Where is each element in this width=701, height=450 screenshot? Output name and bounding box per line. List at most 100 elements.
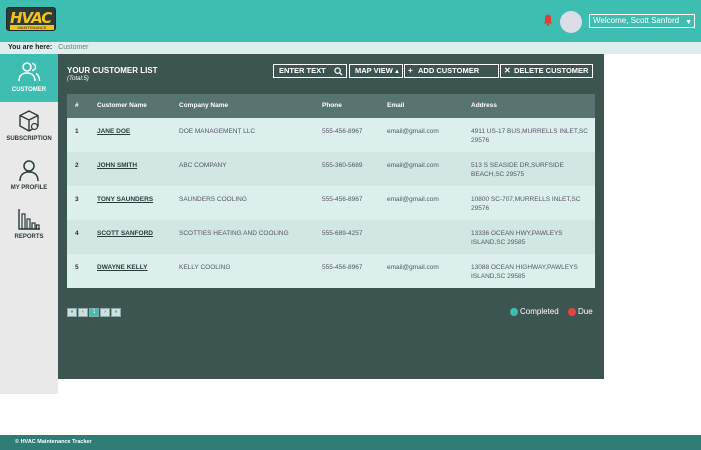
column-header[interactable]: Address [471, 102, 497, 109]
phone: 555-456-8967 [322, 196, 363, 203]
address: 13336 OCEAN HWY,PAWLEYS ISLAND,SC 29585 [471, 229, 593, 247]
customer-name-link[interactable]: JOHN SMITH [97, 161, 137, 170]
phone: 555-456-8967 [322, 264, 363, 271]
address: 4911 US-17 BUS,MURRELLS INLET,SC 29576 [471, 127, 593, 145]
box-icon [19, 110, 39, 132]
row-number: 5 [75, 264, 79, 271]
address-line: 513 S SEASIDE DR,SURFSIDE [471, 162, 564, 169]
table-row[interactable]: 3 TONY SAUNDERS SAUNDERS COOLING 555-456… [67, 186, 595, 220]
customer-name-link[interactable]: JANE DOE [97, 127, 130, 136]
customer-table: # Customer Name Company Name Phone Email… [67, 94, 595, 288]
users-icon [18, 62, 41, 82]
close-icon: ✕ [504, 66, 511, 75]
search-icon [334, 67, 343, 76]
sidebar-item-label: SUBSCRIPTION [6, 136, 52, 142]
plus-icon: + [408, 66, 413, 75]
search-placeholder: ENTER TEXT [279, 66, 326, 75]
sidebar: CUSTOMER SUBSCRIPTION MY PROFILE REPORTS [0, 54, 58, 394]
customer-name-link[interactable]: SCOTT SANFORD [97, 229, 153, 238]
next-page-button[interactable]: › [100, 308, 110, 317]
phone: 555-456-8967 [322, 128, 363, 135]
sidebar-item-customer[interactable]: CUSTOMER [0, 54, 58, 102]
sidebar-item-my-profile[interactable]: MY PROFILE [0, 152, 58, 200]
row-number: 1 [75, 128, 79, 135]
address-line: 29576 [471, 205, 490, 212]
sidebar-item-reports[interactable]: REPORTS [0, 201, 58, 249]
copyright-text: © HVAC Maintenance Tracker [15, 439, 92, 445]
customer-name-link[interactable]: TONY SAUNDERS [97, 195, 153, 204]
customer-count: (Total:5) [67, 76, 89, 82]
address: 10800 SC-707,MURRELLS INLET,SC 29576 [471, 195, 593, 213]
map-view-label: MAP VIEW [355, 66, 393, 75]
prev-page-button[interactable]: ‹ [78, 308, 88, 317]
company-name: KELLY COOLING [179, 264, 231, 271]
app-logo[interactable]: HVAC MAINTENANCE TRACKER [6, 7, 56, 31]
table-row[interactable]: 1 JANE DOE DOE MANAGEMENT LLC 555-456-89… [67, 118, 595, 152]
user-icon [19, 160, 39, 182]
company-name: DOE MANAGEMENT LLC [179, 128, 256, 135]
row-number: 4 [75, 230, 79, 237]
map-view-button[interactable]: MAP VIEW ▲ [349, 64, 403, 78]
address-line: 4911 US-17 BUS,MURRELLS INLET,SC [471, 128, 588, 135]
bar-chart-icon [18, 209, 40, 230]
sidebar-item-label: MY PROFILE [10, 185, 48, 191]
phone: 555-360-5689 [322, 162, 363, 169]
breadcrumb-prefix: You are here: [8, 44, 53, 51]
column-header[interactable]: Phone [322, 102, 342, 109]
company-name: SCOTTIES HEATING AND COOLING [179, 230, 289, 237]
customer-name-link[interactable]: DWAYNE KELLY [97, 263, 147, 272]
delete-customer-label: DELETE CUSTOMER [514, 66, 589, 75]
top-header: HVAC MAINTENANCE TRACKER Welcome, Scott … [0, 0, 701, 42]
completed-legend-dot [510, 308, 518, 316]
company-name: SAUNDERS COOLING [179, 196, 247, 203]
address: 13088 OCEAN HIGHWAY,PAWLEYS ISLAND,SC 295… [471, 263, 593, 281]
first-page-button[interactable]: « [67, 308, 77, 317]
table-row[interactable]: 2 JOHN SMITH ABC COMPANY 555-360-5689 em… [67, 152, 595, 186]
table-row[interactable]: 4 SCOTT SANFORD SCOTTIES HEATING AND COO… [67, 220, 595, 254]
column-header[interactable]: Email [387, 102, 404, 109]
table-header: # Customer Name Company Name Phone Email… [67, 94, 595, 118]
email: email@gmail.com [387, 264, 439, 271]
search-input[interactable]: ENTER TEXT [273, 64, 347, 78]
add-customer-button[interactable]: + ADD CUSTOMER [404, 64, 499, 78]
address-line: 13088 OCEAN HIGHWAY,PAWLEYS [471, 264, 578, 271]
column-header[interactable]: Company Name [179, 102, 228, 109]
address-line: 10800 SC-707,MURRELLS INLET,SC [471, 196, 581, 203]
email: email@gmail.com [387, 128, 439, 135]
address-line: BEACH,SC 29575 [471, 171, 525, 178]
sidebar-item-subscription[interactable]: SUBSCRIPTION [0, 103, 58, 151]
welcome-text: Welcome, Scott Sanford [593, 16, 680, 25]
caret-up-icon: ▲ [394, 69, 400, 75]
email: email@gmail.com [387, 196, 439, 203]
chevron-down-icon: ▼ [685, 19, 692, 26]
due-legend-label: Due [578, 307, 593, 316]
sidebar-item-label: REPORTS [14, 234, 44, 240]
address-line: 13336 OCEAN HWY,PAWLEYS [471, 230, 563, 237]
column-header[interactable]: Customer Name [97, 102, 147, 109]
delete-customer-button[interactable]: ✕ DELETE CUSTOMER [500, 64, 593, 78]
sidebar-item-label: CUSTOMER [11, 87, 47, 93]
customer-panel: YOUR CUSTOMER LIST (Total:5) ENTER TEXT … [58, 54, 604, 379]
page-title: YOUR CUSTOMER LIST [67, 66, 158, 75]
column-header: # [75, 102, 79, 109]
logo-subtext: MAINTENANCE TRACKER [10, 25, 54, 30]
breadcrumb: You are here: Customer [0, 42, 701, 54]
table-row[interactable]: 5 DWAYNE KELLY KELLY COOLING 555-456-896… [67, 254, 595, 288]
phone: 555-689-4257 [322, 230, 363, 237]
email: email@gmail.com [387, 162, 439, 169]
company-name: ABC COMPANY [179, 162, 227, 169]
footer: © HVAC Maintenance Tracker [0, 435, 701, 450]
address-line: 29576 [471, 137, 490, 144]
avatar[interactable] [560, 11, 582, 33]
add-customer-label: ADD CUSTOMER [418, 66, 480, 75]
row-number: 2 [75, 162, 79, 169]
last-page-button[interactable]: » [111, 308, 121, 317]
address-line: ISLAND,SC 29585 [471, 273, 526, 280]
address: 513 S SEASIDE DR,SURFSIDE BEACH,SC 29575 [471, 161, 593, 179]
due-legend-dot [568, 308, 576, 316]
user-menu-dropdown[interactable]: Welcome, Scott Sanford ▼ [589, 14, 695, 28]
address-line: ISLAND,SC 29585 [471, 239, 526, 246]
page-number-button[interactable]: 1 [89, 308, 99, 317]
row-number: 3 [75, 196, 79, 203]
bell-icon[interactable] [543, 14, 553, 26]
